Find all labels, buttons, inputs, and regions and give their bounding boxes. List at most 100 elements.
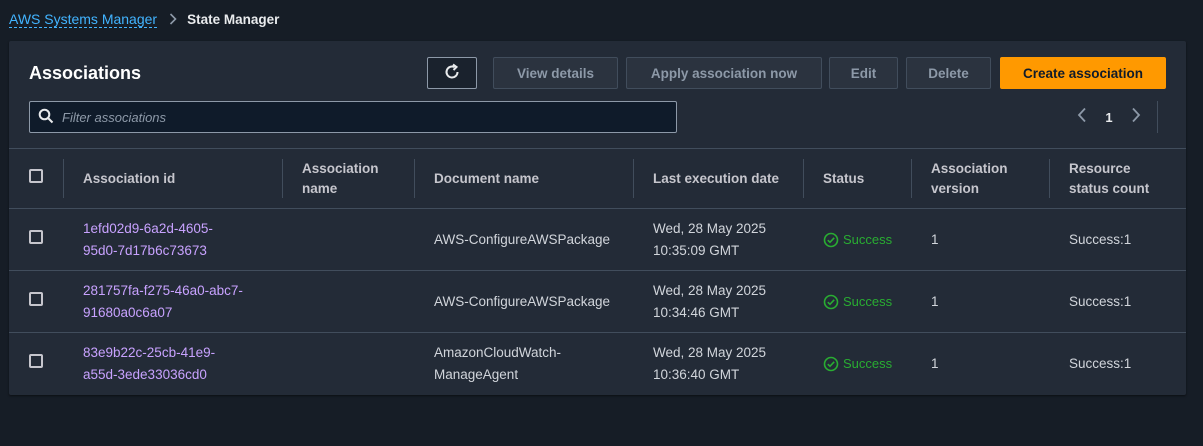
time-part: 10:34:46 GMT [653, 304, 740, 320]
chevron-right-icon [169, 13, 177, 25]
page-number[interactable]: 1 [1091, 110, 1127, 125]
header-association-version[interactable]: Association version [911, 148, 1049, 209]
last-execution-date-cell: Wed, 28 May 2025 10:35:09 GMT [633, 208, 803, 271]
chevron-left-icon[interactable] [1073, 107, 1091, 128]
date-part: Wed, 28 May 2025 [653, 344, 767, 360]
association-version-cell: 1 [931, 355, 939, 371]
row-checkbox[interactable] [29, 353, 43, 368]
filter-field[interactable] [29, 101, 677, 133]
document-name-cell: AWS-ConfigureAWSPackage [414, 270, 633, 333]
chevron-right-icon[interactable] [1127, 107, 1145, 128]
header-association-name[interactable]: Association name [282, 148, 414, 209]
date-part: Wed, 28 May 2025 [653, 220, 767, 236]
column-divider [282, 159, 283, 198]
check-circle-icon [823, 356, 839, 372]
resource-status-count-cell: Success:1 [1069, 355, 1132, 371]
association-id-cell: 1efd02d9-6a2d-4605- 95d0-7d17b6c73673 [63, 208, 282, 271]
status-cell: Success [803, 208, 911, 271]
association-id-part: 95d0-7d17b6c73673 [83, 242, 207, 258]
association-name-cell [282, 333, 414, 395]
table-row[interactable]: 83e9b22c-25cb-41e9- a55d-3ede33036cd0 Am… [9, 333, 1186, 395]
document-name-part: AWS-ConfigureAWSPackage [434, 293, 611, 309]
table-header-row: Association id Association name Document… [9, 148, 1186, 209]
select-all-checkbox[interactable] [29, 168, 43, 183]
status-text: Success [843, 231, 893, 247]
association-id-part: 83e9b22c-25cb-41e9- [83, 344, 216, 360]
refresh-button[interactable] [427, 57, 477, 89]
last-execution-date-cell: Wed, 28 May 2025 10:34:46 GMT [633, 270, 803, 333]
time-part: 10:36:40 GMT [653, 366, 740, 382]
table-row[interactable]: 1efd02d9-6a2d-4605- 95d0-7d17b6c73673 AW… [9, 208, 1186, 271]
breadcrumb-systems-manager-link[interactable]: AWS Systems Manager [9, 11, 158, 28]
status-badge: Success [823, 291, 911, 313]
association-id-cell: 281757fa-f275-46a0-abc7- 91680a0c6a07 [63, 270, 282, 333]
status-badge: Success [823, 229, 911, 251]
breadcrumb-current: State Manager [187, 11, 280, 27]
association-version-cell: 1 [911, 208, 1049, 271]
column-divider [911, 159, 912, 198]
search-icon [38, 108, 54, 127]
pager-divider [1157, 101, 1158, 133]
apply-association-now-button[interactable]: Apply association now [626, 57, 822, 89]
panel-title: Associations [29, 63, 142, 83]
association-id-part: 1efd02d9-6a2d-4605- [83, 220, 213, 236]
status-text: Success [843, 293, 893, 309]
header-status[interactable]: Status [803, 148, 911, 209]
association-id-part: 91680a0c6a07 [83, 304, 173, 320]
create-association-button[interactable]: Create association [1000, 57, 1166, 89]
view-details-button[interactable]: View details [493, 57, 618, 89]
row-checkbox[interactable] [29, 291, 43, 306]
check-circle-icon [823, 232, 839, 247]
header-label: Resource status count [1069, 160, 1150, 196]
association-id-cell: 83e9b22c-25cb-41e9- a55d-3ede33036cd0 [63, 333, 282, 395]
association-version-cell: 1 [911, 270, 1049, 333]
row-checkbox[interactable] [29, 229, 43, 244]
row-select-cell [9, 270, 63, 333]
header-label: Last execution date [653, 170, 780, 186]
row-select-cell [9, 333, 63, 395]
column-divider [63, 159, 64, 198]
header-label: Status [823, 170, 865, 186]
association-id-link[interactable]: 83e9b22c-25cb-41e9- a55d-3ede33036cd0 [83, 342, 282, 386]
delete-button[interactable]: Delete [906, 57, 991, 89]
breadcrumb: AWS Systems Manager State Manager [9, 10, 279, 28]
header-label: Association id [83, 170, 176, 186]
pagination: 1 [1073, 101, 1145, 133]
associations-panel: Associations View details Apply associat… [9, 41, 1186, 395]
status-cell: Success [803, 270, 911, 333]
association-name-cell [282, 208, 414, 271]
column-divider [803, 159, 804, 198]
status-badge: Success [823, 353, 911, 375]
check-circle-icon [823, 294, 839, 309]
header-resource-status-count[interactable]: Resource status count [1049, 148, 1186, 209]
select-all-header [9, 148, 63, 209]
table-row[interactable]: 281757fa-f275-46a0-abc7- 91680a0c6a07 AW… [9, 270, 1186, 333]
header-label: Association version [931, 160, 1008, 196]
refresh-icon [443, 63, 461, 84]
associations-table: Association id Association name Document… [9, 148, 1186, 395]
header-association-id[interactable]: Association id [63, 148, 282, 209]
association-id-part: a55d-3ede33036cd0 [83, 366, 207, 382]
filter-input[interactable] [62, 109, 622, 125]
column-divider [633, 159, 634, 198]
header-label: Document name [434, 170, 540, 186]
association-id-link[interactable]: 1efd02d9-6a2d-4605- 95d0-7d17b6c73673 [83, 218, 282, 262]
header-last-execution-date[interactable]: Last execution date [633, 148, 803, 209]
document-name-part: AmazonCloudWatch- [434, 344, 562, 360]
header-label: Association name [302, 160, 379, 196]
document-name-part: AWS-ConfigureAWSPackage [434, 231, 611, 247]
association-id-link[interactable]: 281757fa-f275-46a0-abc7- 91680a0c6a07 [83, 280, 282, 324]
column-divider [414, 159, 415, 198]
document-name-cell: AWS-ConfigureAWSPackage [414, 208, 633, 271]
status-cell: Success [803, 333, 911, 395]
header-document-name[interactable]: Document name [414, 148, 633, 209]
document-name-part: ManageAgent [434, 366, 519, 382]
date-part: Wed, 28 May 2025 [653, 282, 767, 298]
resource-status-count-cell: Success:1 [1049, 270, 1186, 333]
association-name-cell [282, 270, 414, 333]
last-execution-date-cell: Wed, 28 May 2025 10:36:40 GMT [633, 333, 803, 395]
association-id-part: 281757fa-f275-46a0-abc7- [83, 282, 243, 298]
status-text: Success [843, 355, 893, 371]
column-divider [1049, 159, 1050, 198]
edit-button[interactable]: Edit [829, 57, 898, 89]
